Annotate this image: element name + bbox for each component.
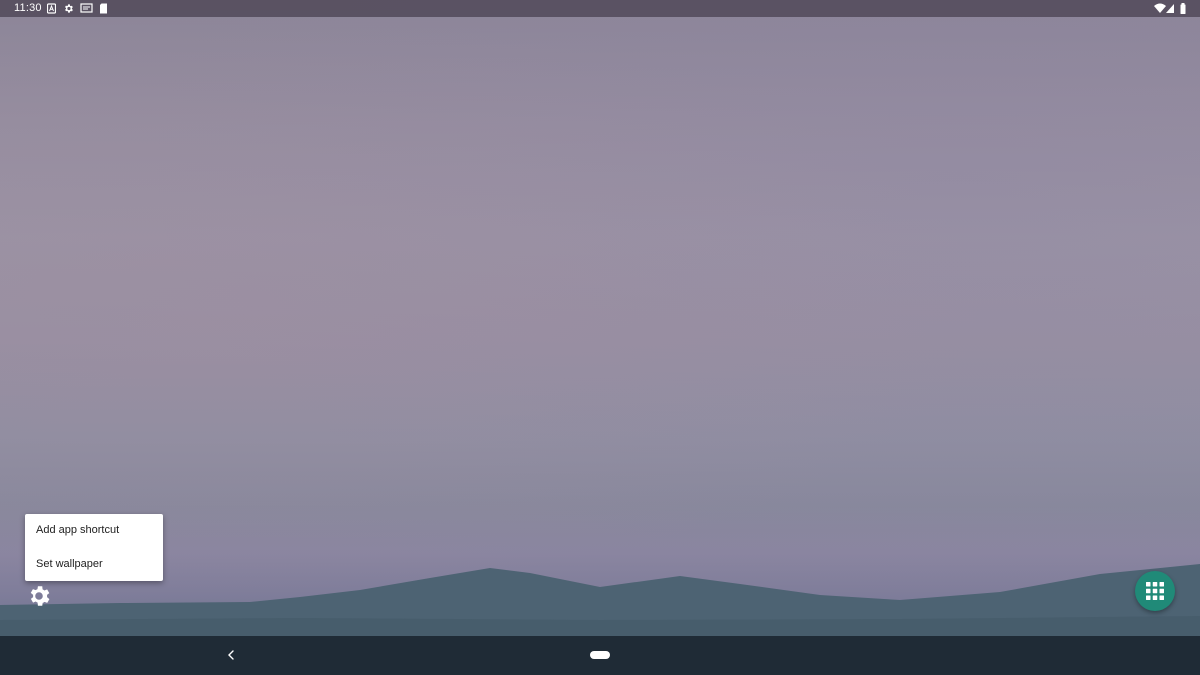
sd-card-icon [100, 3, 107, 14]
app-drawer-button[interactable] [1135, 571, 1175, 611]
battery-icon [1180, 3, 1186, 14]
signal-icon [1166, 4, 1174, 13]
gear-icon [65, 4, 73, 13]
status-bar: 11:30 [0, 0, 1200, 17]
android-desktop: 11:30 Add app shortcut Set wallpaper [0, 0, 1200, 675]
wifi-icon [1154, 3, 1166, 13]
context-menu: Add app shortcut Set wallpaper [25, 514, 163, 581]
a-box-icon [47, 3, 56, 14]
gear-icon[interactable] [26, 583, 52, 609]
menu-item-set-wallpaper[interactable]: Set wallpaper [25, 548, 163, 581]
navigation-bar [0, 636, 1200, 675]
menu-item-label: Add app shortcut [36, 524, 120, 536]
cast-icon [80, 3, 93, 13]
menu-item-add-app-shortcut[interactable]: Add app shortcut [25, 514, 163, 547]
status-time: 11:30 [14, 2, 42, 14]
menu-item-label: Set wallpaper [36, 558, 103, 570]
grid-icon [1146, 582, 1164, 600]
wallpaper-mountains [0, 564, 1200, 640]
back-chevron-icon[interactable] [224, 648, 238, 662]
home-pill-icon[interactable] [590, 651, 610, 659]
